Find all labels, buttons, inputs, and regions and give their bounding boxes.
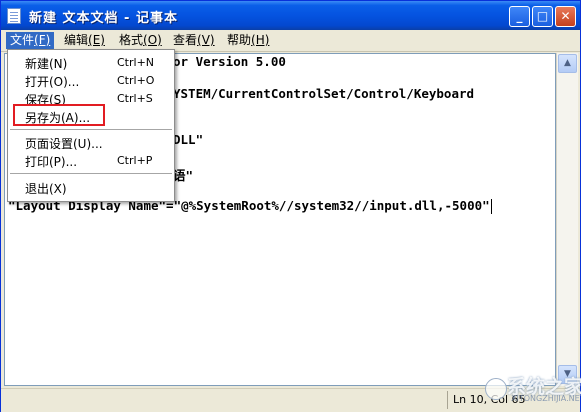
site-watermark: 系统之家 XITONGZHIJIA.NET bbox=[485, 372, 581, 408]
menu-item-page-setup-label: 页面设置(U)... bbox=[25, 137, 103, 151]
menu-item-exit[interactable]: 退出(X) bbox=[8, 178, 174, 197]
menu-item-page-setup[interactable]: 页面设置(U)... bbox=[8, 133, 174, 152]
maximize-button[interactable]: □ bbox=[532, 6, 553, 27]
notepad-icon bbox=[7, 8, 21, 24]
highlight-annotation bbox=[13, 104, 105, 126]
window-title: 新建 文本文档 - 记事本 bbox=[29, 11, 178, 26]
text-caret bbox=[490, 199, 492, 214]
menu-file[interactable]: 文件(F) bbox=[6, 32, 55, 49]
menu-format-mnemonic: (O) bbox=[143, 33, 162, 47]
menu-help-label: 帮助 bbox=[227, 33, 252, 47]
title-bar[interactable]: 新建 文本文档 - 记事本 _ □ ✕ bbox=[1, 1, 580, 30]
editor-line-3: DLL" bbox=[173, 132, 204, 147]
menu-item-print-label: 打印(P)... bbox=[25, 155, 78, 169]
menu-file-mnemonic: (F) bbox=[34, 33, 51, 47]
editor-line-4: 语" bbox=[173, 168, 194, 183]
menu-format[interactable]: 格式(O) bbox=[115, 32, 166, 49]
menu-view-label: 查看 bbox=[173, 33, 198, 47]
menu-separator bbox=[10, 129, 172, 130]
close-button[interactable]: ✕ bbox=[555, 6, 576, 27]
menu-item-save-shortcut: Ctrl+S bbox=[117, 92, 153, 105]
menu-item-print[interactable]: 打印(P)... Ctrl+P bbox=[8, 151, 174, 170]
menu-separator bbox=[10, 173, 172, 174]
status-separator bbox=[447, 391, 448, 409]
menu-view[interactable]: 查看(V) bbox=[169, 32, 219, 49]
menu-item-new-shortcut: Ctrl+N bbox=[117, 56, 155, 69]
menu-item-open-shortcut: Ctrl+O bbox=[117, 74, 155, 87]
scroll-up-icon[interactable]: ▲ bbox=[558, 54, 577, 73]
menu-file-label: 文件 bbox=[10, 33, 35, 47]
menu-format-label: 格式 bbox=[119, 33, 144, 47]
watermark-logo-icon bbox=[485, 378, 507, 400]
menu-item-exit-label: 退出(X) bbox=[25, 182, 67, 196]
watermark-subtext: XITONGZHIJIA.NET bbox=[511, 394, 581, 403]
editor-line-1: or Version 5.00 bbox=[173, 54, 286, 69]
menu-item-new-label: 新建(N) bbox=[25, 57, 68, 71]
menu-item-open[interactable]: 打开(O)... Ctrl+O bbox=[8, 71, 174, 90]
menu-item-open-label: 打开(O)... bbox=[25, 75, 80, 89]
menu-view-mnemonic: (V) bbox=[197, 33, 215, 47]
menu-item-print-shortcut: Ctrl+P bbox=[117, 154, 153, 167]
menu-edit-label: 编辑 bbox=[64, 33, 89, 47]
menu-edit-mnemonic: (E) bbox=[88, 33, 105, 47]
menu-help[interactable]: 帮助(H) bbox=[223, 32, 273, 49]
minimize-button[interactable]: _ bbox=[509, 6, 530, 27]
editor-line-2: YSTEM/CurrentControlSet/Control/Keyboard bbox=[173, 86, 475, 101]
menu-edit[interactable]: 编辑(E) bbox=[60, 32, 109, 49]
menu-help-mnemonic: (H) bbox=[251, 33, 270, 47]
vertical-scrollbar[interactable]: ▲ ▼ bbox=[556, 53, 578, 386]
menu-item-new[interactable]: 新建(N) Ctrl+N bbox=[8, 53, 174, 72]
